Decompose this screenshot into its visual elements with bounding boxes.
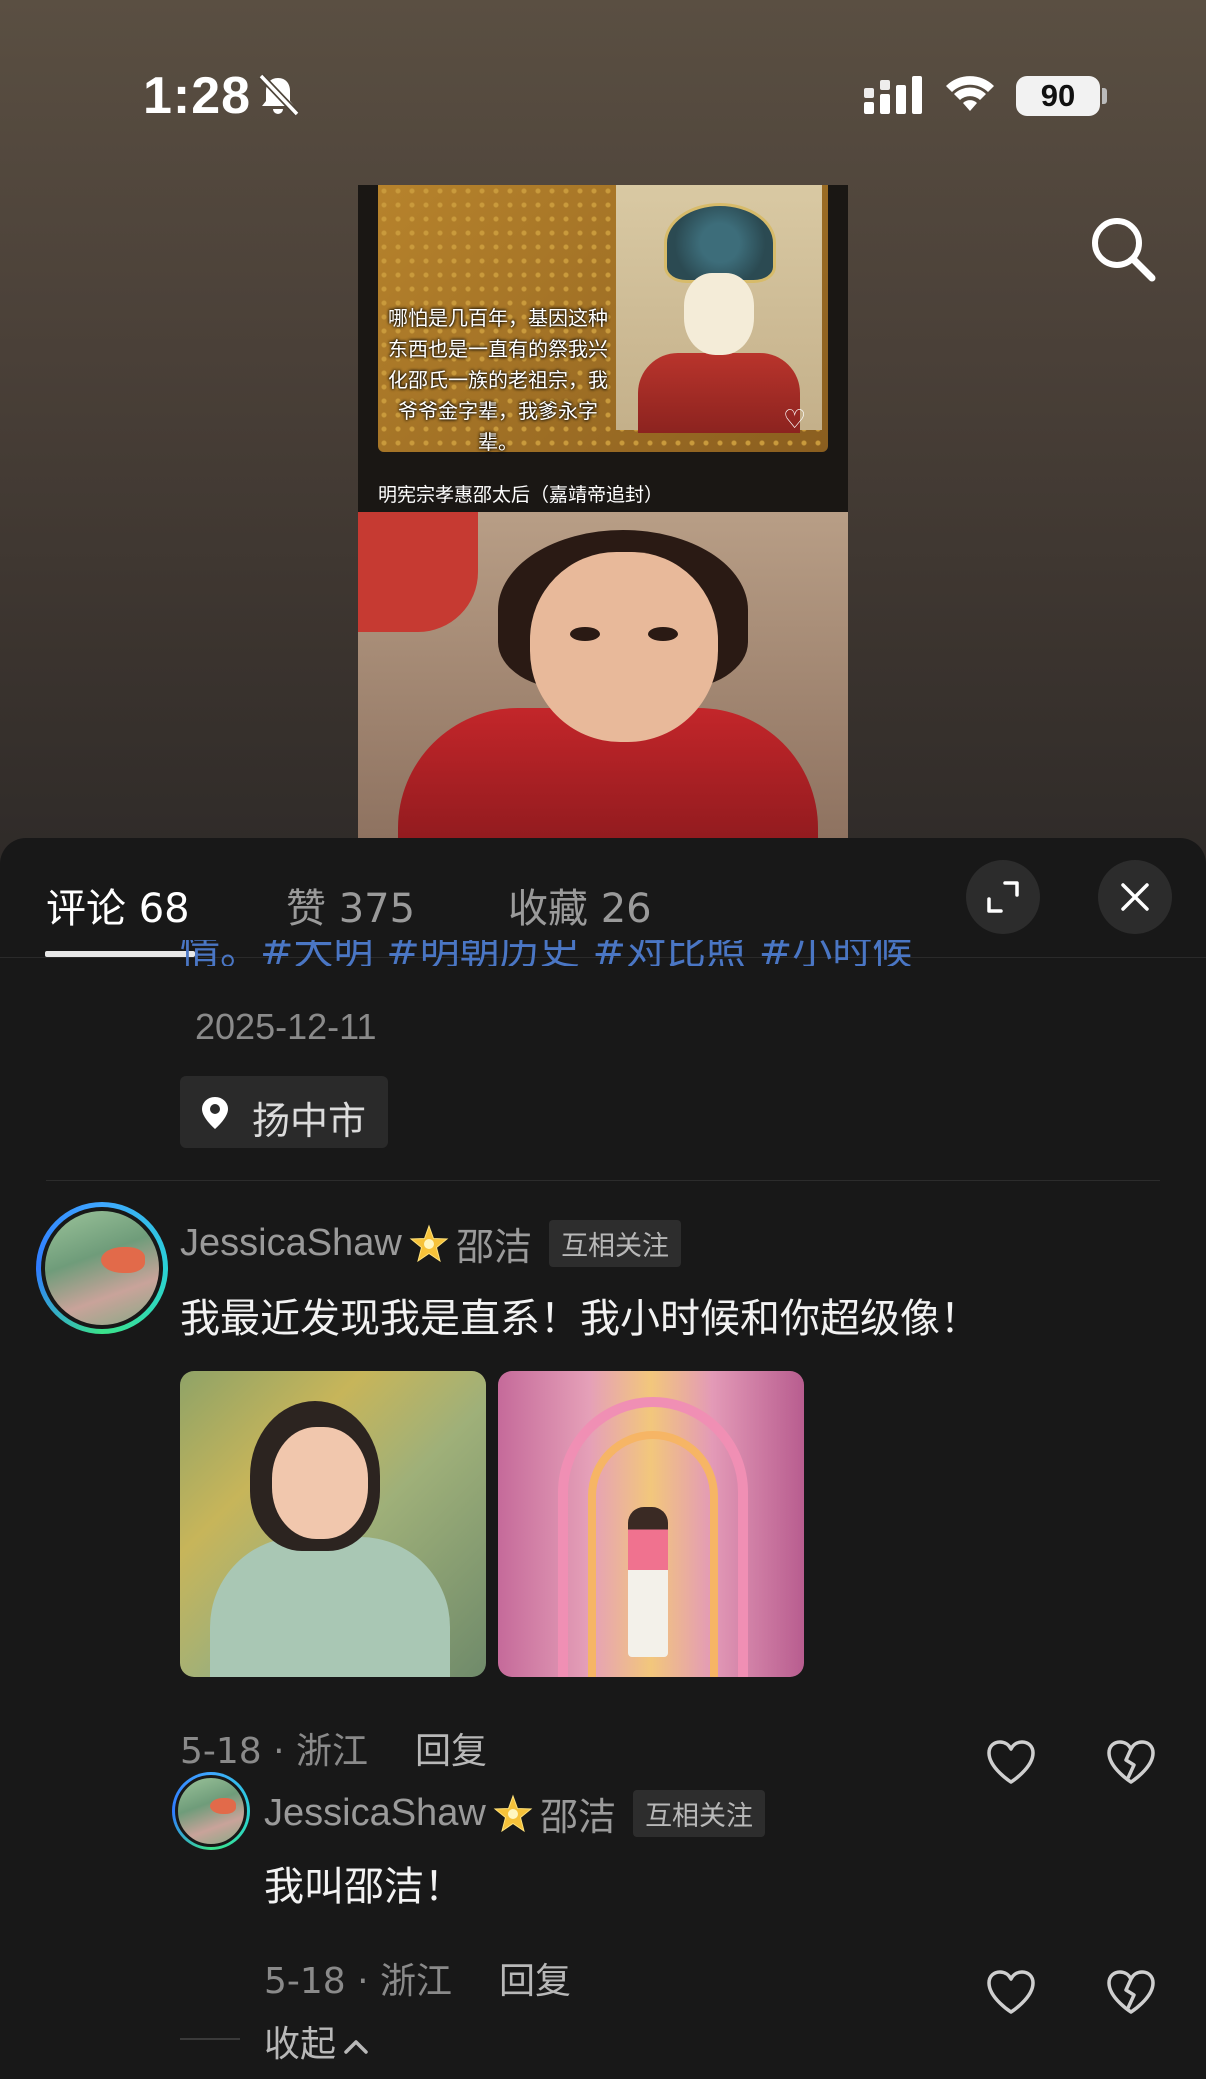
robe: [638, 353, 800, 433]
status-time: 1:28: [143, 67, 252, 125]
avatar-image: [175, 1775, 247, 1847]
post-date: 2025-12-11: [195, 1006, 377, 1047]
post-image[interactable]: 哪怕是几百年，基因这种东西也是一直有的祭我兴化邵氏一族的老祖宗，我爷爷金字辈，我…: [358, 185, 848, 840]
comments-sheet: 评论 68 赞 375 收藏 26 情。#大明 #明朝历史 #对比照 #小时候 …: [0, 838, 1206, 2079]
location-text: 扬中市: [252, 1099, 367, 1143]
battery-icon: 90: [1016, 76, 1100, 116]
reply-meta: 5-18 · 浙江: [264, 1961, 453, 2002]
divider: [46, 1180, 1160, 1181]
hashtags-text[interactable]: 情。#大明 #明朝历史 #对比照 #小时候: [180, 940, 912, 966]
mutual-follow-badge: 互相关注: [633, 1790, 766, 1837]
image-caption: 哪怕是几百年，基因这种东西也是一直有的祭我兴化邵氏一族的老祖宗，我爷爷金字辈，我…: [388, 306, 608, 454]
reply-text: 我叫邵洁！: [264, 1864, 464, 1910]
girl-eye: [648, 627, 678, 641]
username[interactable]: JessicaShaw: [180, 1222, 402, 1264]
dislike-broken-heart-icon[interactable]: [1105, 1968, 1157, 2016]
signal-icon: [864, 76, 922, 114]
photo-person: [628, 1507, 668, 1657]
active-tab-indicator: [45, 951, 195, 957]
search-icon[interactable]: [1088, 214, 1158, 284]
close-icon: [1121, 883, 1149, 911]
comment-photo-2[interactable]: [498, 1371, 804, 1677]
star-badge-icon: [493, 1794, 533, 1832]
image-caption-bottom: 明宪宗孝惠邵太后（嘉靖帝追封）: [378, 484, 664, 506]
avatar-kite: [101, 1247, 145, 1273]
location-chip[interactable]: 扬中市: [180, 1076, 388, 1148]
reply-avatar[interactable]: [172, 1772, 250, 1850]
avatar-image: [41, 1207, 163, 1329]
background-shape: [358, 512, 478, 632]
close-button[interactable]: [1098, 860, 1172, 934]
reply-user-row: JessicaShaw 邵洁 互相关注: [264, 1786, 766, 1839]
image-top-panel: 哪怕是几百年，基因这种东西也是一直有的祭我兴化邵氏一族的老祖宗，我爷爷金字辈，我…: [358, 185, 848, 512]
photo-child-body: [210, 1537, 450, 1677]
image-heart-icon: ♡: [783, 405, 807, 435]
tab-comments[interactable]: 评论 68: [46, 876, 190, 934]
photo-child-face: [272, 1427, 368, 1539]
reply-button[interactable]: 回复: [415, 1722, 487, 1774]
collapse-button[interactable]: 收起: [264, 2015, 370, 2067]
image-bottom-panel: [358, 512, 848, 840]
dislike-broken-heart-icon[interactable]: [1105, 1738, 1157, 1786]
portrait-face: [684, 273, 754, 355]
post-media-area: 1:28 90 哪怕是几百年，基因这种东西也是一直有的祭我兴化邵氏一族的老祖宗，…: [0, 0, 1206, 880]
collapse-label: 收起: [264, 2024, 337, 2065]
avatar-kite: [210, 1798, 236, 1814]
chevron-up-icon: [344, 2040, 368, 2054]
status-bar: 1:28 90: [0, 0, 1206, 190]
post-hashtags[interactable]: 情。#大明 #明朝历史 #对比照 #小时候: [180, 940, 1040, 966]
real-name: 邵洁: [455, 1225, 532, 1269]
girl-face: [530, 552, 718, 742]
comment-user-row: JessicaShaw 邵洁 互相关注: [180, 1216, 682, 1269]
comment-meta: 5-18 · 浙江: [180, 1731, 369, 1772]
star-badge-icon: [409, 1224, 449, 1262]
username[interactable]: JessicaShaw: [264, 1792, 486, 1834]
expand-button[interactable]: [966, 860, 1040, 934]
empress-portrait: [616, 185, 822, 433]
crown: [664, 203, 776, 283]
comment-photo-1[interactable]: [180, 1371, 486, 1677]
expand-icon: [987, 881, 1019, 913]
wifi-icon: [946, 76, 994, 111]
reply-button[interactable]: 回复: [499, 1952, 571, 2004]
tab-saves[interactable]: 收藏 26: [508, 876, 652, 934]
collapse-divider: [180, 2038, 240, 2040]
real-name: 邵洁: [539, 1795, 616, 1839]
girl-eye: [570, 627, 600, 641]
mutual-follow-badge: 互相关注: [549, 1220, 682, 1267]
battery-tip: [1102, 88, 1107, 104]
bell-slash-icon: [258, 73, 300, 117]
comment-text: 我最近发现我是直系！我小时候和你超级像！: [180, 1296, 980, 1342]
avatar[interactable]: [36, 1202, 168, 1334]
like-heart-icon[interactable]: [985, 1738, 1037, 1786]
location-pin-icon: [202, 1097, 228, 1129]
like-heart-icon[interactable]: [985, 1968, 1037, 2016]
tab-likes[interactable]: 赞 375: [286, 876, 415, 934]
